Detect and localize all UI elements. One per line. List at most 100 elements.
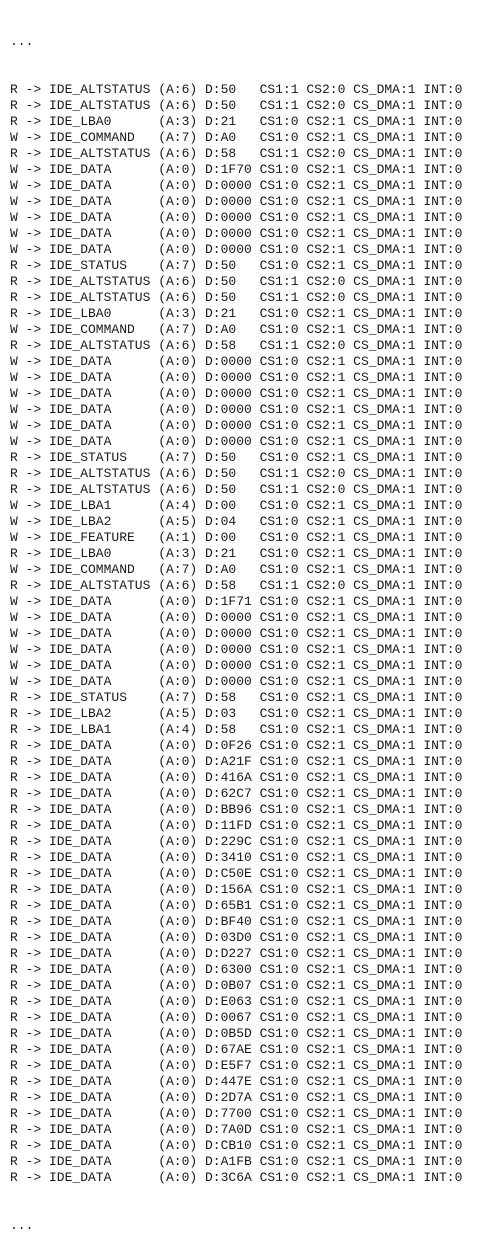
register: IDE_DATA (48, 242, 112, 257)
cs-dma-signal: CS_DMA:1 (353, 658, 416, 673)
cs-dma-signal: CS_DMA:1 (353, 482, 416, 497)
cs1-signal: CS1:0 (259, 690, 299, 705)
direction: R (10, 1170, 18, 1185)
int-signal: INT:0 (423, 1010, 463, 1025)
data-value: D:A1FB (204, 1154, 252, 1169)
cs-dma-signal: CS_DMA:1 (353, 1138, 416, 1153)
arrow: -> (25, 82, 42, 97)
direction: R (10, 1042, 18, 1057)
arrow: -> (25, 226, 42, 241)
cs1-signal: CS1:0 (259, 674, 299, 689)
data-value: D:229C (204, 834, 252, 849)
data-value: D:0000 (204, 354, 252, 369)
log-row: R -> IDE_DATA (A:0) D:7A0D CS1:0 CS2:1 CS_DMA:1… (10, 1122, 462, 1138)
cs1-signal: CS1:0 (259, 498, 299, 513)
data-value: D:00 (204, 498, 237, 513)
cs2-signal: CS2:1 (306, 690, 346, 705)
int-signal: INT:0 (423, 818, 463, 833)
cs1-signal: CS1:0 (259, 594, 299, 609)
cs2-signal: CS2:1 (306, 258, 346, 273)
int-signal: INT:0 (423, 466, 463, 481)
address: (A:6) (158, 290, 198, 305)
arrow: -> (25, 1122, 42, 1137)
direction: W (10, 354, 18, 369)
int-signal: INT:0 (423, 82, 463, 97)
register: IDE_COMMAND (48, 322, 135, 337)
cs2-signal: CS2:1 (306, 418, 346, 433)
int-signal: INT:0 (423, 386, 463, 401)
cs-dma-signal: CS_DMA:1 (353, 178, 416, 193)
cs2-signal: CS2:1 (306, 130, 346, 145)
register: IDE_DATA (48, 1010, 112, 1025)
direction: R (10, 1058, 18, 1073)
log-row: R -> IDE_STATUS (A:7) D:50 CS1:0 CS2:1 CS_DMA:1… (10, 450, 462, 466)
cs-dma-signal: CS_DMA:1 (353, 1170, 416, 1185)
int-signal: INT:0 (423, 834, 463, 849)
register: IDE_DATA (48, 962, 112, 977)
cs1-signal: CS1:0 (259, 1042, 299, 1057)
log-row: R -> IDE_STATUS (A:7) D:58 CS1:0 CS2:1 CS_DMA:1… (10, 690, 462, 706)
address: (A:6) (158, 274, 198, 289)
int-signal: INT:0 (423, 130, 463, 145)
data-value: D:50 (204, 450, 237, 465)
arrow: -> (25, 434, 42, 449)
cs1-signal: CS1:0 (259, 1074, 299, 1089)
direction: R (10, 1090, 18, 1105)
arrow: -> (25, 994, 42, 1009)
cs2-signal: CS2:1 (306, 706, 346, 721)
cs1-signal: CS1:0 (259, 834, 299, 849)
address: (A:3) (158, 114, 198, 129)
register: IDE_LBA0 (48, 546, 112, 561)
address: (A:0) (158, 1010, 198, 1025)
cs-dma-signal: CS_DMA:1 (353, 866, 416, 881)
arrow: -> (25, 674, 42, 689)
register: IDE_DATA (48, 914, 112, 929)
data-value: D:21 (204, 306, 237, 321)
register: IDE_DATA (48, 370, 112, 385)
register: IDE_DATA (48, 418, 112, 433)
cs2-signal: CS2:1 (306, 402, 346, 417)
log-row: R -> IDE_DATA (A:0) D:0067 CS1:0 CS2:1 CS_DMA:1… (10, 1010, 462, 1026)
address: (A:0) (158, 1154, 198, 1169)
data-value: D:58 (204, 578, 237, 593)
int-signal: INT:0 (423, 1074, 463, 1089)
register: IDE_DATA (48, 994, 112, 1009)
cs1-signal: CS1:1 (259, 290, 299, 305)
log-row: R -> IDE_DATA (A:0) D:D227 CS1:0 CS2:1 CS_DMA:1… (10, 946, 462, 962)
register: IDE_DATA (48, 738, 112, 753)
log-row: R -> IDE_DATA (A:0) D:BB96 CS1:0 CS2:1 CS_DMA:1… (10, 802, 462, 818)
address: (A:0) (158, 962, 198, 977)
cs-dma-signal: CS_DMA:1 (353, 386, 416, 401)
arrow: -> (25, 514, 42, 529)
int-signal: INT:0 (423, 498, 463, 513)
direction: W (10, 386, 18, 401)
log-row: R -> IDE_DATA (A:0) D:447E CS1:0 CS2:1 CS_DMA:1… (10, 1074, 462, 1090)
cs2-signal: CS2:1 (306, 754, 346, 769)
direction: R (10, 82, 18, 97)
register: IDE_ALTSTATUS (48, 466, 151, 481)
cs1-signal: CS1:0 (259, 1154, 299, 1169)
cs1-signal: CS1:0 (259, 562, 299, 577)
cs1-signal: CS1:0 (259, 946, 299, 961)
direction: R (10, 274, 18, 289)
direction: R (10, 1122, 18, 1137)
register: IDE_DATA (48, 834, 112, 849)
cs-dma-signal: CS_DMA:1 (353, 1122, 416, 1137)
arrow: -> (25, 1026, 42, 1041)
arrow: -> (25, 898, 42, 913)
int-signal: INT:0 (423, 658, 463, 673)
data-value: D:BF40 (204, 914, 252, 929)
cs2-signal: CS2:1 (306, 546, 346, 561)
cs2-signal: CS2:1 (306, 450, 346, 465)
cs1-signal: CS1:1 (259, 578, 299, 593)
address: (A:0) (158, 162, 198, 177)
address: (A:0) (158, 1090, 198, 1105)
cs1-signal: CS1:0 (259, 546, 299, 561)
int-signal: INT:0 (423, 978, 463, 993)
address: (A:0) (158, 354, 198, 369)
cs-dma-signal: CS_DMA:1 (353, 322, 416, 337)
arrow: -> (25, 690, 42, 705)
cs1-signal: CS1:0 (259, 1010, 299, 1025)
cs-dma-signal: CS_DMA:1 (353, 562, 416, 577)
cs2-signal: CS2:1 (306, 1122, 346, 1137)
